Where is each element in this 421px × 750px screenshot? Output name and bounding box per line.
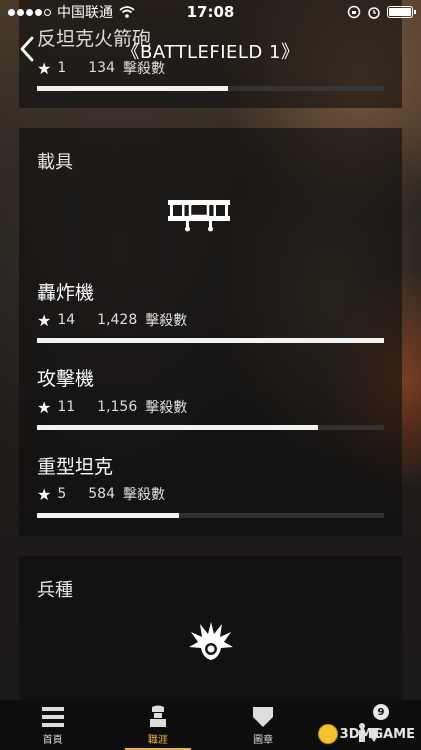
vehicle-stats: ★ 14 1,428 擊殺數 [37, 310, 187, 330]
progress-bar [37, 338, 384, 343]
nav-emblem[interactable]: 圖章 [211, 700, 316, 750]
rotation-lock-icon [347, 5, 361, 19]
list-icon [41, 707, 64, 727]
page-title: 《BATTLEFIELD 1》 [121, 42, 300, 63]
clock: 17:08 [186, 3, 235, 21]
nav-label: 職涯 [147, 735, 168, 746]
vehicle-kills: 584 [88, 486, 115, 502]
kills-label: 擊殺數 [123, 487, 165, 503]
emblem-icon [253, 707, 274, 727]
soldier-icon [149, 705, 166, 727]
battery-icon [387, 6, 416, 18]
vehicle-card: 載具 轟炸機 ★ 14 1,428 擊殺數 攻擊機 ★ 11 1,156 擊殺數… [19, 128, 402, 536]
card-title: 兵種 [37, 580, 73, 601]
progress-fill [37, 338, 384, 343]
nav-career[interactable]: 職涯 [105, 700, 210, 750]
alarm-icon [368, 7, 380, 19]
mascot-icon [317, 724, 338, 744]
watermark-text: 3DMGAME [339, 726, 415, 742]
biplane-icon [168, 200, 230, 232]
nav-home[interactable]: 首頁 [0, 700, 105, 750]
vehicle-name: 重型坦克 [37, 456, 114, 478]
notification-badge: 9 [373, 704, 389, 720]
nav-label: 圖章 [253, 735, 274, 746]
vehicle-rank: 14 [57, 312, 76, 328]
status-bar: 中国联通 17:08 [0, 0, 421, 24]
star-icon: ★ [37, 397, 52, 417]
wifi-icon [119, 6, 135, 18]
progress-bar [37, 425, 384, 430]
progress-fill [37, 86, 228, 91]
progress-bar [37, 513, 384, 518]
vehicle-name: 攻擊機 [37, 368, 95, 390]
vehicle-rank: 5 [57, 486, 67, 502]
header: 《BATTLEFIELD 1》 [0, 24, 421, 74]
vehicle-kills: 1,428 [97, 312, 138, 328]
progress-bar [37, 86, 384, 91]
signal-icon [8, 8, 51, 16]
kills-label: 擊殺數 [145, 400, 188, 416]
progress-fill [37, 425, 319, 430]
watermark-logo: 3DMGAME [317, 724, 415, 744]
kills-label: 擊殺數 [145, 313, 188, 329]
vehicle-name: 轟炸機 [37, 282, 95, 304]
vehicle-rank: 11 [57, 399, 76, 415]
progress-fill [37, 513, 180, 518]
vehicle-kills: 1,156 [97, 399, 138, 415]
star-icon: ★ [37, 310, 52, 330]
class-card: 兵種 [19, 556, 402, 706]
vehicle-stats: ★ 5 584 擊殺數 [37, 484, 165, 504]
vehicle-stats: ★ 11 1,156 擊殺數 [37, 397, 187, 417]
nav-label: 首頁 [42, 735, 63, 746]
card-title: 載具 [37, 152, 73, 173]
star-icon: ★ [37, 484, 52, 504]
assault-burst-icon [189, 622, 233, 660]
carrier-name: 中国联通 [57, 5, 113, 21]
